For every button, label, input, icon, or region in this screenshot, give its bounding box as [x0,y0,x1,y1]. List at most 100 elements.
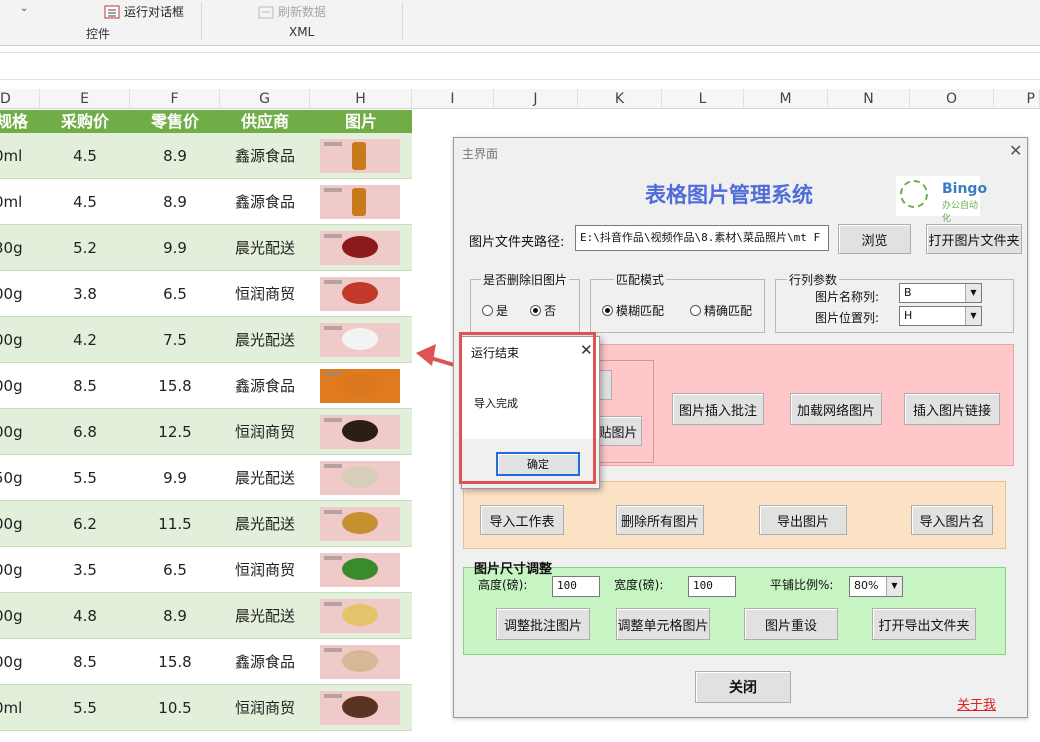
cell-supplier[interactable]: 鑫源食品 [220,639,310,685]
cell-supplier[interactable]: 晨光配送 [220,501,310,547]
col-header[interactable]: F [130,89,220,109]
pos-col-select[interactable]: H ▼ [899,306,982,326]
import-names-button[interactable]: 导入图片名 [911,505,993,535]
delete-no-radio[interactable]: 否 [530,302,556,319]
chevron-down-icon[interactable]: ▼ [965,284,981,302]
food-image[interactable] [320,691,400,725]
ratio-select[interactable]: 80% ▼ [849,576,903,597]
cell-spec[interactable]: 00g [0,639,34,685]
insert-comment-button[interactable]: 图片插入批注 [672,393,764,425]
cell-spec[interactable]: 00g [0,501,34,547]
cell-cost[interactable]: 8.5 [40,639,130,685]
cell-supplier[interactable]: 鑫源食品 [220,133,310,179]
close-button[interactable]: 关闭 [695,671,791,703]
food-image[interactable] [320,185,400,219]
col-header[interactable]: E [40,89,130,109]
cell-cost[interactable]: 3.8 [40,271,130,317]
food-image[interactable] [320,599,400,633]
cell-price[interactable]: 11.5 [130,501,220,547]
load-network-button[interactable]: 加载网络图片 [790,393,882,425]
width-input[interactable]: 100 [688,576,736,597]
food-image[interactable] [320,277,400,311]
cell-cost[interactable]: 4.8 [40,593,130,639]
cell-supplier[interactable]: 恒润商贸 [220,271,310,317]
food-image[interactable] [320,231,400,265]
cell-spec[interactable]: 00g [0,271,34,317]
header-image[interactable]: 图片 [310,110,412,133]
cell-spec[interactable]: 50g [0,455,34,501]
col-header[interactable]: D [0,89,40,109]
cell-price[interactable]: 10.5 [130,685,220,731]
fuzzy-match-radio[interactable]: 模糊匹配 [602,302,664,319]
about-link[interactable]: 关于我 [957,694,996,713]
cell-cost[interactable]: 4.5 [40,179,130,225]
cell-cost[interactable]: 6.2 [40,501,130,547]
col-header[interactable]: J [494,89,578,109]
col-header[interactable]: G [220,89,310,109]
delete-all-button[interactable]: 删除所有图片 [616,505,704,535]
col-header[interactable]: L [662,89,744,109]
cell-price[interactable]: 8.9 [130,133,220,179]
formula-bar[interactable] [0,52,1040,80]
header-cost[interactable]: 采购价 [40,110,130,133]
cell-supplier[interactable]: 晨光配送 [220,225,310,271]
cell-supplier[interactable]: 晨光配送 [220,317,310,363]
cell-supplier[interactable]: 恒润商贸 [220,547,310,593]
cell-cost[interactable]: 5.2 [40,225,130,271]
cell-spec[interactable]: 0ml [0,685,34,731]
cell-price[interactable]: 7.5 [130,317,220,363]
col-header[interactable]: O [910,89,994,109]
col-header[interactable]: K [578,89,662,109]
cell-price[interactable]: 8.9 [130,179,220,225]
col-header[interactable]: I [412,89,494,109]
food-image[interactable] [320,461,400,495]
cell-cost[interactable]: 8.5 [40,363,130,409]
cell-price[interactable]: 15.8 [130,639,220,685]
cell-price[interactable]: 9.9 [130,225,220,271]
cell-supplier[interactable]: 恒润商贸 [220,409,310,455]
cell-spec[interactable]: 00g [0,547,34,593]
cell-cost[interactable]: 4.5 [40,133,130,179]
col-header[interactable]: H [310,89,412,109]
cell-price[interactable]: 6.5 [130,271,220,317]
chevron-down-icon[interactable]: ▼ [965,307,981,325]
food-image[interactable] [320,415,400,449]
cell-spec[interactable]: 00g [0,593,34,639]
cell-cost[interactable]: 5.5 [40,455,130,501]
cell-spec[interactable]: 00g [0,363,34,409]
cell-spec[interactable]: 00g [0,317,34,363]
col-header[interactable]: M [744,89,828,109]
cell-spec[interactable]: 0ml [0,133,34,179]
cell-price[interactable]: 8.9 [130,593,220,639]
cell-price[interactable]: 9.9 [130,455,220,501]
header-price[interactable]: 零售价 [130,110,220,133]
food-image[interactable] [320,645,400,679]
cell-price[interactable]: 6.5 [130,547,220,593]
exact-match-radio[interactable]: 精确匹配 [690,302,752,319]
export-images-button[interactable]: 导出图片 [759,505,847,535]
browse-button[interactable]: 浏览 [838,224,911,254]
cell-cost[interactable]: 5.5 [40,685,130,731]
col-header[interactable]: N [828,89,910,109]
cell-spec[interactable]: 00g [0,409,34,455]
header-supplier[interactable]: 供应商 [220,110,310,133]
name-col-select[interactable]: B ▼ [899,283,982,303]
folder-path-input[interactable]: E:\抖音作品\视频作品\8.素材\菜品照片\mt F [575,225,829,251]
cell-supplier[interactable]: 鑫源食品 [220,363,310,409]
run-dialog-button[interactable]: 运行对话框 [104,3,184,20]
delete-yes-radio[interactable]: 是 [482,302,508,319]
food-image[interactable] [320,369,400,403]
cell-cost[interactable]: 3.5 [40,547,130,593]
food-image[interactable] [320,507,400,541]
open-export-folder-button[interactable]: 打开导出文件夹 [872,608,976,640]
cell-price[interactable]: 12.5 [130,409,220,455]
insert-link-button[interactable]: 插入图片链接 [904,393,1000,425]
paste-image-button[interactable]: 贴图片 [594,416,642,446]
import-sheet-button[interactable]: 导入工作表 [480,505,564,535]
adjust-comment-button[interactable]: 调整批注图片 [496,608,590,640]
cell-supplier[interactable]: 恒润商贸 [220,685,310,731]
open-folder-button[interactable]: 打开图片文件夹 [926,224,1022,254]
cell-spec[interactable]: 0ml [0,179,34,225]
cell-supplier[interactable]: 晨光配送 [220,455,310,501]
cell-cost[interactable]: 6.8 [40,409,130,455]
